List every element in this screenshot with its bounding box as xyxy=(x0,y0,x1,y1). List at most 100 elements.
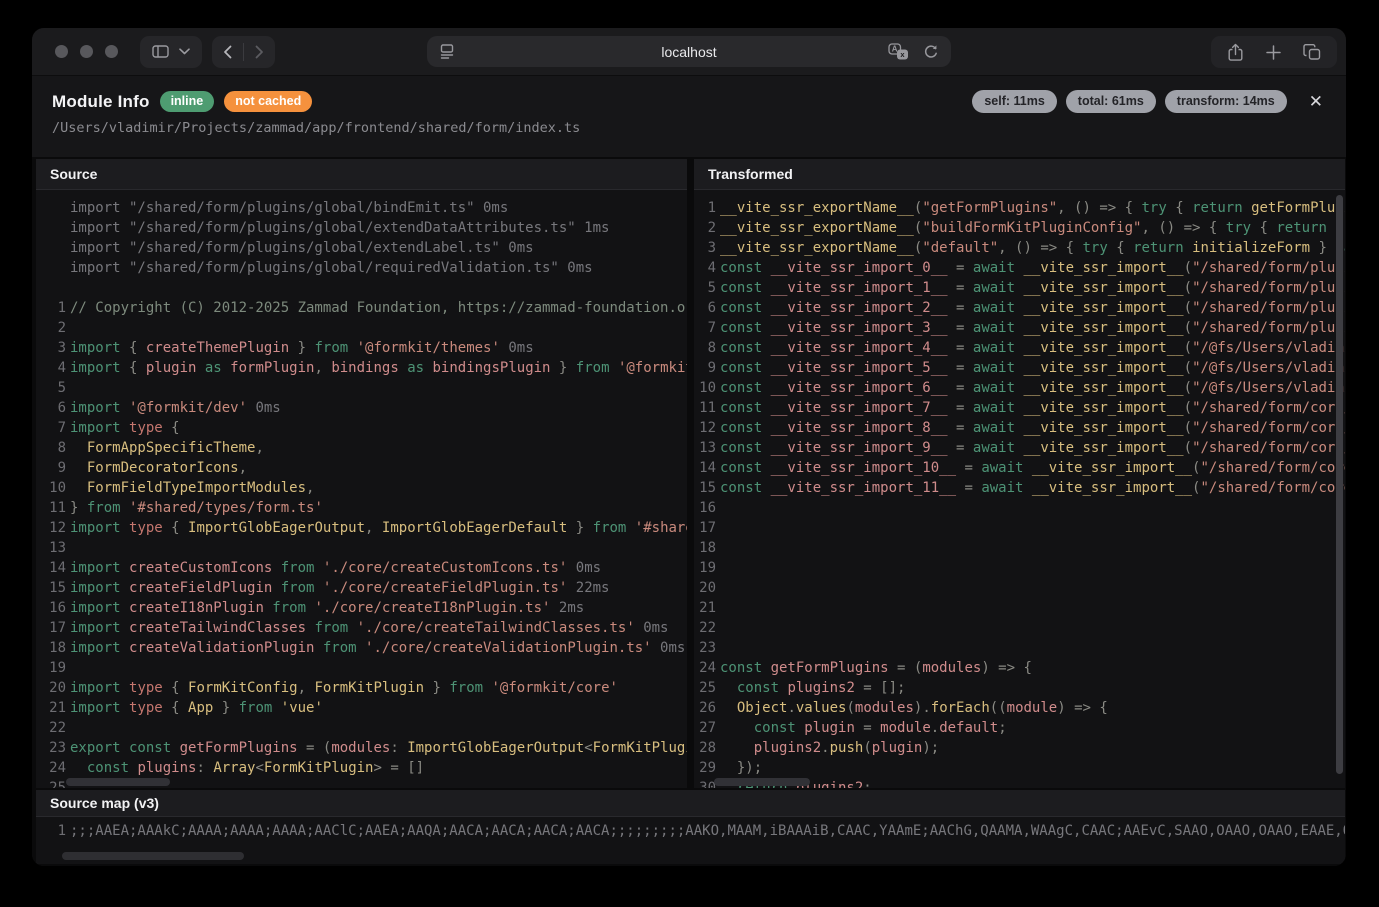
window-action-buttons xyxy=(1211,36,1337,68)
code-line: 18import createValidationPlugin from './… xyxy=(36,638,687,658)
reload-icon[interactable] xyxy=(923,44,939,60)
code-line: 1__vite_ssr_exportName__("getFormPlugins… xyxy=(694,198,1345,218)
code-line: 15import createFieldPlugin from './core/… xyxy=(36,578,687,598)
code-line: import "/shared/form/plugins/global/exte… xyxy=(36,238,687,258)
transformed-panel: Transformed 1__vite_ssr_exportName__("ge… xyxy=(694,159,1345,788)
code-line: 4const __vite_ssr_import_0__ = await __v… xyxy=(694,258,1345,278)
code-line: 22 xyxy=(694,618,1345,638)
code-line: 5const __vite_ssr_import_1__ = await __v… xyxy=(694,278,1345,298)
cache-status-badge: not cached xyxy=(224,91,312,112)
code-line: 3__vite_ssr_exportName__("default", () =… xyxy=(694,238,1345,258)
page-title: Module Info xyxy=(52,92,150,112)
code-line: 17 xyxy=(694,518,1345,538)
sourcemap-panel: Source map (v3) 1;;;AAEA;AAAkC;AAAA;AAAA… xyxy=(36,790,1345,864)
self-time-badge: self: 11ms xyxy=(972,90,1056,113)
address-bar[interactable]: localhost A x xyxy=(427,36,951,67)
code-line: import "/shared/form/plugins/global/requ… xyxy=(36,258,687,278)
reader-icon[interactable] xyxy=(440,44,455,59)
nav-divider xyxy=(243,43,244,61)
code-line: 2 xyxy=(36,318,687,338)
code-line: 23 xyxy=(694,638,1345,658)
code-line: 7import type { xyxy=(36,418,687,438)
code-line: 19 xyxy=(36,658,687,678)
translate-icon[interactable]: A x xyxy=(888,43,909,60)
total-time-badge: total: 61ms xyxy=(1066,90,1156,113)
code-line: import "/shared/form/plugins/global/exte… xyxy=(36,218,687,238)
share-icon[interactable] xyxy=(1227,43,1244,62)
code-line: 12import type { ImportGlobEagerOutput, I… xyxy=(36,518,687,538)
code-line: 19 xyxy=(694,558,1345,578)
code-line: 13const __vite_ssr_import_9__ = await __… xyxy=(694,438,1345,458)
code-line: 16import createI18nPlugin from './core/c… xyxy=(36,598,687,618)
code-line: 5 xyxy=(36,378,687,398)
nav-buttons xyxy=(212,36,275,68)
browser-window: localhost A x xyxy=(32,28,1346,866)
transform-time-badge: transform: 14ms xyxy=(1165,90,1287,113)
code-line: 28 plugins2.push(plugin); xyxy=(694,738,1345,758)
code-line: 1;;;AAEA;AAAkC;AAAA;AAAA;AAAA;AAClC;AAEA… xyxy=(36,821,1345,841)
code-line: 14import createCustomIcons from './core/… xyxy=(36,558,687,578)
back-icon[interactable] xyxy=(222,45,234,59)
forward-icon[interactable] xyxy=(253,45,265,59)
transformed-hscrollbar[interactable] xyxy=(714,778,810,786)
code-line: 20 xyxy=(694,578,1345,598)
minimize-window-button[interactable] xyxy=(80,45,93,58)
code-line: 17import createTailwindClasses from './c… xyxy=(36,618,687,638)
code-line: 24 const plugins: Array<FormKitPlugin> =… xyxy=(36,758,687,778)
code-line: 2__vite_ssr_exportName__("buildFormKitPl… xyxy=(694,218,1345,238)
sidebar-icon xyxy=(152,45,169,58)
code-line: 10 FormFieldTypeImportModules, xyxy=(36,478,687,498)
code-line: 3import { createThemePlugin } from '@for… xyxy=(36,338,687,358)
close-window-button[interactable] xyxy=(55,45,68,58)
code-line: 14const __vite_ssr_import_10__ = await _… xyxy=(694,458,1345,478)
code-line: 15const __vite_ssr_import_11__ = await _… xyxy=(694,478,1345,498)
code-line: 29 }); xyxy=(694,758,1345,778)
code-line: 22 xyxy=(36,718,687,738)
code-line: 20import type { FormKitConfig, FormKitPl… xyxy=(36,678,687,698)
code-line: 11const __vite_ssr_import_7__ = await __… xyxy=(694,398,1345,418)
sourcemap-hscrollbar[interactable] xyxy=(62,852,244,860)
code-line xyxy=(36,278,687,298)
code-line: 11} from '#shared/types/form.ts' xyxy=(36,498,687,518)
transformed-vscrollbar[interactable] xyxy=(1336,195,1343,774)
inline-badge: inline xyxy=(160,91,215,112)
code-line: 13 xyxy=(36,538,687,558)
code-line: 1// Copyright (C) 2012-2025 Zammad Found… xyxy=(36,298,687,318)
close-icon[interactable]: ✕ xyxy=(1309,93,1323,110)
module-info-header: Module Info inline not cached self: 11ms… xyxy=(32,76,1346,157)
sourcemap-code[interactable]: 1;;;AAEA;AAAkC;AAAA;AAAA;AAAA;AAClC;AAEA… xyxy=(36,817,1345,841)
sidebar-toggle-button[interactable] xyxy=(140,36,202,68)
source-hscrollbar[interactable] xyxy=(66,778,170,786)
chevron-down-icon xyxy=(179,48,190,55)
source-panel: Source import "/shared/form/plugins/glob… xyxy=(36,159,687,788)
url-text: localhost xyxy=(427,44,951,60)
svg-text:A: A xyxy=(892,45,898,54)
code-line: 26 Object.values(modules).forEach((modul… xyxy=(694,698,1345,718)
code-line: 27 const plugin = module.default; xyxy=(694,718,1345,738)
browser-titlebar: localhost A x xyxy=(32,28,1346,76)
code-panels: Source import "/shared/form/plugins/glob… xyxy=(32,157,1346,790)
transformed-code[interactable]: 1__vite_ssr_exportName__("getFormPlugins… xyxy=(694,190,1345,788)
code-line: 8const __vite_ssr_import_4__ = await __v… xyxy=(694,338,1345,358)
code-line: 9const __vite_ssr_import_5__ = await __v… xyxy=(694,358,1345,378)
code-line: 8 FormAppSpecificTheme, xyxy=(36,438,687,458)
sourcemap-section: Source map (v3) 1;;;AAEA;AAAkC;AAAA;AAAA… xyxy=(32,790,1346,866)
module-file-path: /Users/vladimir/Projects/zammad/app/fron… xyxy=(52,120,1326,136)
code-line: 12const __vite_ssr_import_8__ = await __… xyxy=(694,418,1345,438)
code-line: 6const __vite_ssr_import_2__ = await __v… xyxy=(694,298,1345,318)
new-tab-icon[interactable] xyxy=(1266,45,1281,60)
source-panel-title: Source xyxy=(36,159,687,190)
code-line: 21 xyxy=(694,598,1345,618)
source-code[interactable]: import "/shared/form/plugins/global/bind… xyxy=(36,190,687,788)
code-line: 7const __vite_ssr_import_3__ = await __v… xyxy=(694,318,1345,338)
code-line: 18 xyxy=(694,538,1345,558)
code-line: 23export const getFormPlugins = (modules… xyxy=(36,738,687,758)
code-line: 16 xyxy=(694,498,1345,518)
tab-overview-icon[interactable] xyxy=(1303,43,1321,61)
code-line: 6import '@formkit/dev' 0ms xyxy=(36,398,687,418)
transformed-panel-title: Transformed xyxy=(694,159,1345,190)
zoom-window-button[interactable] xyxy=(105,45,118,58)
code-line: 24const getFormPlugins = (modules) => { xyxy=(694,658,1345,678)
code-line: 25 const plugins2 = []; xyxy=(694,678,1345,698)
traffic-lights xyxy=(55,45,118,58)
